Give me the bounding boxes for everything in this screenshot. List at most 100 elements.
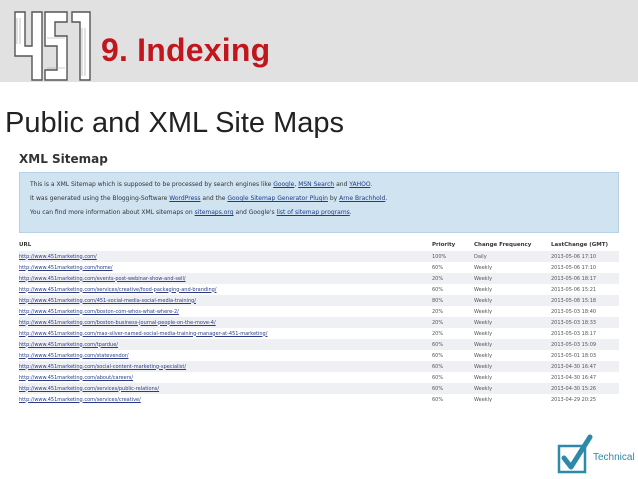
slide-title: 9. Indexing: [101, 32, 271, 68]
frequency-cell: Daily: [474, 251, 551, 262]
table-row: http://www.451marketing.com/services/cre…: [19, 284, 619, 295]
frequency-cell: Weekly: [474, 264, 493, 271]
table-row: http://www.451marketing.com/boston-busin…: [19, 317, 619, 328]
url-link[interactable]: http://www.451marketing.com/boston-busin…: [19, 317, 432, 328]
priority-cell: 60%: [432, 264, 444, 271]
last-change-cell: 2013-04-30 16:47: [551, 361, 619, 372]
last-change-cell: 2013-05-01 18:03: [551, 352, 597, 359]
last-change-cell: 2013-05-06 18:17: [551, 273, 619, 284]
yahoo-link[interactable]: YAHOO: [349, 181, 370, 188]
priority-cell: 80%: [432, 295, 474, 306]
frequency-cell: Weekly: [474, 295, 551, 306]
info-text: You can find more information about XML …: [30, 209, 195, 216]
frequency-cell: Weekly: [474, 361, 551, 372]
table-row: http://www.451marketing.com/about/career…: [19, 372, 619, 383]
info-text: by: [327, 195, 340, 202]
url-link[interactable]: http://www.451marketing.com/statevendor/: [19, 350, 432, 361]
last-change-cell: 2013-05-08 15:18: [551, 295, 619, 306]
frequency-cell: Weekly: [474, 339, 551, 350]
url-link[interactable]: http://www.451marketing.com/services/cre…: [19, 284, 432, 295]
frequency-cell: Weekly: [474, 352, 493, 359]
frequency-cell: Weekly: [474, 396, 493, 403]
last-change-cell: 2013-05-03 18:40: [551, 308, 597, 315]
msn-search-link[interactable]: MSN Search: [298, 181, 334, 188]
wordpress-link[interactable]: WordPress: [169, 195, 200, 202]
url-link[interactable]: http://www.451marketing.com/: [19, 251, 432, 262]
table-row: http://www.451marketing.com/max-silver-n…: [19, 328, 619, 339]
url-link[interactable]: http://www.451marketing.com/451-social-m…: [19, 295, 432, 306]
sitemap-programs-link[interactable]: list of sitemap programs: [277, 209, 350, 216]
frequency-cell: Weekly: [474, 273, 551, 284]
priority-cell: 20%: [432, 330, 444, 337]
info-line-1: This is a XML Sitemap which is supposed …: [30, 178, 608, 192]
priority-cell: 20%: [432, 317, 474, 328]
table-header-row: URL Priority Change Frequency LastChange…: [19, 239, 619, 251]
table-row: http://www.451marketing.com/events-post-…: [19, 273, 619, 284]
info-text: .: [370, 181, 373, 188]
last-change-cell: 2013-04-29 20:25: [551, 396, 597, 403]
logo-451: 451: [14, 11, 91, 81]
url-link[interactable]: http://www.451marketing.com/tpardue/: [19, 339, 432, 350]
last-change-cell: 2013-04-30 16:47: [551, 374, 597, 381]
table-row: http://www.451marketing.com/services/cre…: [19, 394, 619, 405]
column-header-last-change: LastChange (GMT): [551, 242, 609, 248]
info-line-3: You can find more information about XML …: [30, 206, 608, 220]
last-change-cell: 2013-05-06 15:21: [551, 286, 597, 293]
frequency-cell: Weekly: [474, 317, 551, 328]
priority-cell: 20%: [432, 308, 444, 315]
sitemap-table-body: http://www.451marketing.com/100% Daily 201…: [19, 251, 619, 405]
table-row: http://www.451marketing.com/tpardue/60% W…: [19, 339, 619, 350]
url-link[interactable]: http://www.451marketing.com/services/pub…: [19, 383, 432, 394]
badge-label: Technical: [593, 452, 635, 463]
table-row: http://www.451marketing.com/services/pub…: [19, 383, 619, 394]
info-text: .: [349, 209, 352, 216]
table-row: http://www.451marketing.com/home/60% Week…: [19, 262, 619, 273]
priority-cell: 60%: [432, 383, 474, 394]
last-change-cell: 2013-05-03 18:17: [551, 330, 597, 337]
url-link[interactable]: http://www.451marketing.com/boston-com-w…: [19, 306, 432, 317]
table-row: http://www.451marketing.com/451-social-m…: [19, 295, 619, 306]
priority-cell: 60%: [432, 374, 444, 381]
table-row: http://www.451marketing.com/social-conte…: [19, 361, 619, 372]
last-change-cell: 2013-04-30 15:26: [551, 383, 619, 394]
last-change-cell: 2013-05-06 17:10: [551, 264, 597, 271]
url-link[interactable]: http://www.451marketing.com/events-post-…: [19, 273, 432, 284]
frequency-cell: Weekly: [474, 383, 551, 394]
info-text: .: [385, 195, 388, 202]
table-row: http://www.451marketing.com/boston-com-w…: [19, 306, 619, 317]
info-text: It was generated using the Blogging-Soft…: [30, 195, 170, 202]
priority-cell: 60%: [432, 339, 474, 350]
frequency-cell: Weekly: [474, 374, 493, 381]
priority-cell: 60%: [432, 361, 474, 372]
slide-subtitle: Public and XML Site Maps: [5, 107, 345, 139]
table-row: http://www.451marketing.com/100% Daily 201…: [19, 251, 619, 262]
frequency-cell: Weekly: [474, 308, 493, 315]
column-header-priority: Priority: [432, 242, 456, 248]
priority-cell: 20%: [432, 273, 474, 284]
sitemap-generator-link[interactable]: Google Sitemap Generator Plugin: [227, 195, 328, 202]
sitemap-title: XML Sitemap: [19, 152, 108, 166]
sitemap-info-box: This is a XML Sitemap which is supposed …: [19, 172, 619, 233]
sitemaps-org-link[interactable]: sitemaps.org: [195, 209, 234, 216]
priority-cell: 60%: [432, 396, 444, 403]
info-text: This is a XML Sitemap which is supposed …: [30, 181, 274, 188]
url-link[interactable]: http://www.451marketing.com/about/career…: [19, 372, 432, 383]
info-text: and Google's: [233, 209, 277, 216]
priority-cell: 100%: [432, 251, 474, 262]
column-header-url: URL: [19, 242, 32, 248]
url-link[interactable]: http://www.451marketing.com/max-silver-n…: [19, 328, 432, 339]
author-link[interactable]: Arne Brachhold: [339, 195, 385, 202]
table-row: http://www.451marketing.com/statevendor/…: [19, 350, 619, 361]
frequency-cell: Weekly: [474, 330, 493, 337]
google-link[interactable]: Google: [273, 181, 294, 188]
url-link[interactable]: http://www.451marketing.com/home/: [19, 262, 432, 273]
info-text: and the: [200, 195, 228, 202]
last-change-cell: 2013-05-03 18:33: [551, 317, 619, 328]
url-link[interactable]: http://www.451marketing.com/services/cre…: [19, 394, 432, 405]
url-link[interactable]: http://www.451marketing.com/social-conte…: [19, 361, 432, 372]
info-line-2: It was generated using the Blogging-Soft…: [30, 192, 608, 206]
column-header-frequency: Change Frequency: [474, 242, 532, 248]
checkbox-check-icon: [557, 434, 593, 474]
frequency-cell: Weekly: [474, 286, 493, 293]
last-change-cell: 2013-05-03 15:09: [551, 339, 619, 350]
